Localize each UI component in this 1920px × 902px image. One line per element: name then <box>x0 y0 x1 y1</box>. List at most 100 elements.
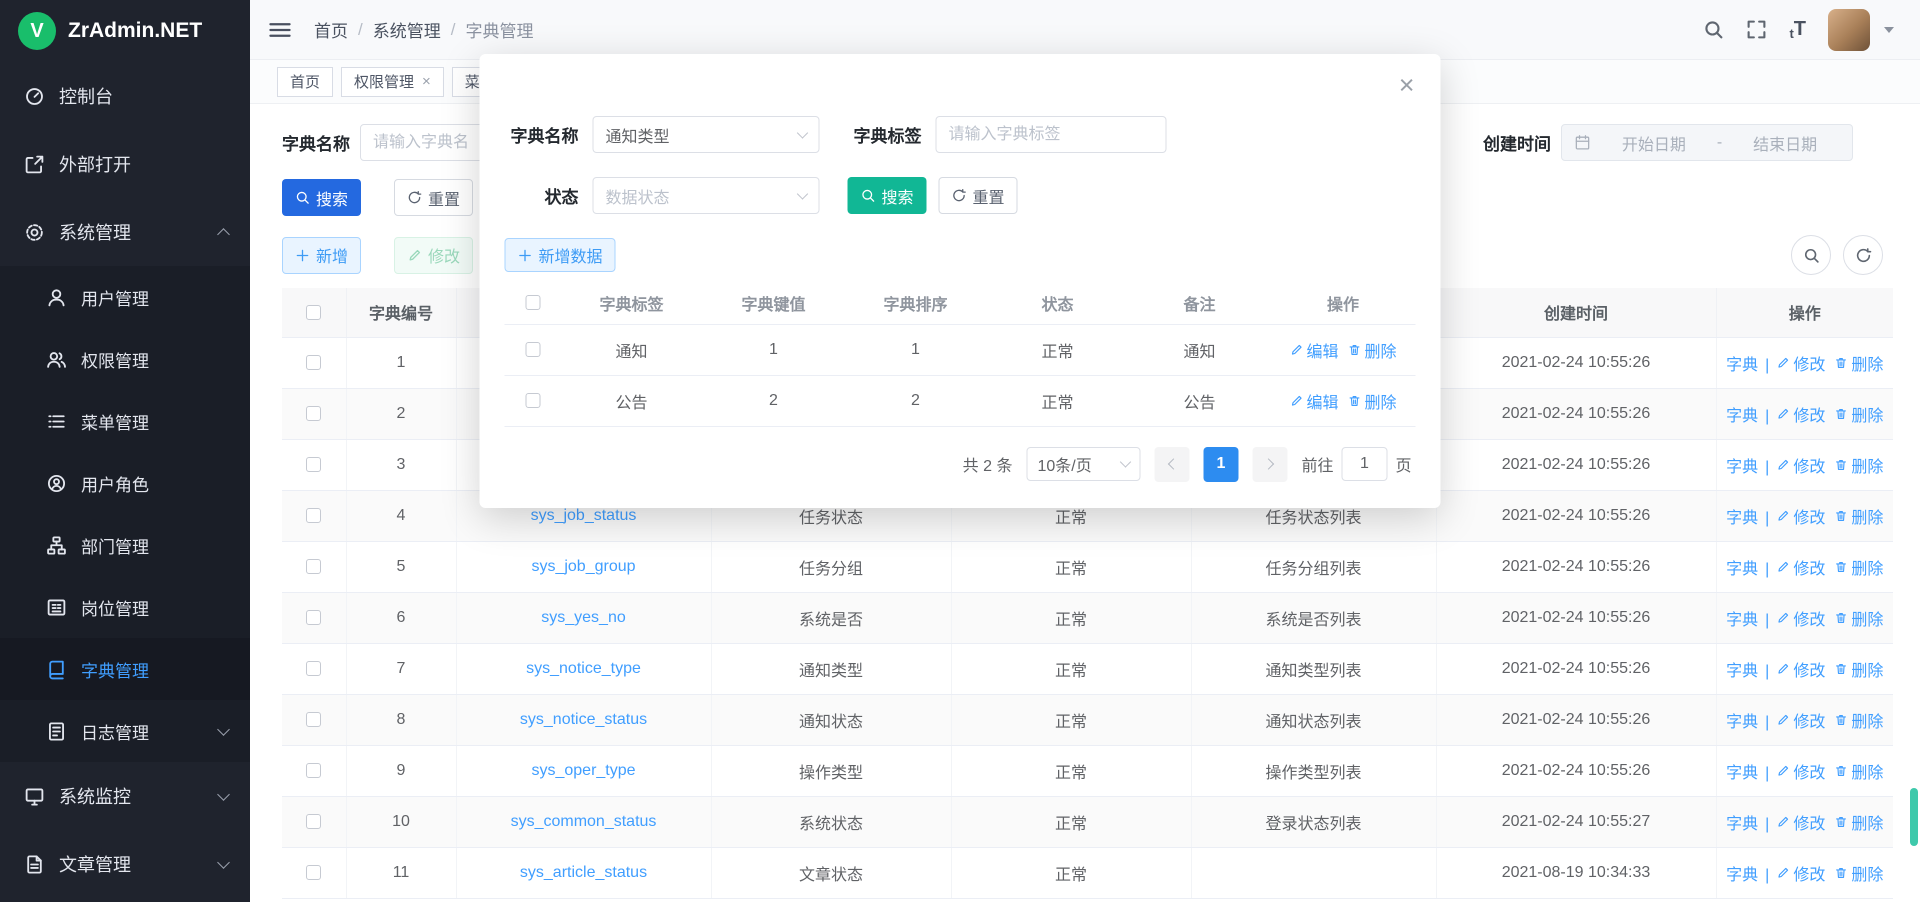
row-delete-link[interactable]: 删除 <box>1834 708 1883 732</box>
dialog-add-data-button[interactable]: 新增数据 <box>505 238 616 272</box>
sidebar-item-external-open[interactable]: 外部打开 <box>0 130 250 198</box>
close-icon[interactable]: × <box>422 74 431 89</box>
sidebar-item-user-role[interactable]: 用户角色 <box>0 452 250 514</box>
row-edit-link[interactable]: 修改 <box>1776 555 1825 579</box>
reset-button[interactable]: 重置 <box>394 179 473 216</box>
dict-data-link[interactable]: 字典 <box>1726 606 1758 630</box>
row-delete-link[interactable]: 删除 <box>1348 389 1397 413</box>
row-delete-link[interactable]: 删除 <box>1834 759 1883 783</box>
row-delete-link[interactable]: 删除 <box>1834 810 1883 834</box>
dict-type-link[interactable]: sys_common_status <box>511 813 657 830</box>
row-checkbox[interactable] <box>306 406 321 421</box>
row-edit-link[interactable]: 修改 <box>1776 402 1825 426</box>
row-edit-link[interactable]: 编辑 <box>1289 338 1338 362</box>
refresh-button[interactable] <box>1843 235 1883 275</box>
dict-type-link[interactable]: sys_article_status <box>520 864 647 881</box>
dict-data-link[interactable]: 字典 <box>1726 453 1758 477</box>
row-edit-link[interactable]: 修改 <box>1776 759 1825 783</box>
row-checkbox[interactable] <box>306 457 321 472</box>
row-checkbox[interactable] <box>306 865 321 880</box>
sidebar-item-user-management[interactable]: 用户管理 <box>0 266 250 328</box>
edit-button[interactable]: 修改 <box>394 237 473 274</box>
sidebar-toggle-icon[interactable] <box>268 20 292 40</box>
row-delete-link[interactable]: 删除 <box>1834 861 1883 885</box>
sidebar-item-system-monitor[interactable]: 系统监控 <box>0 762 250 830</box>
row-edit-link[interactable]: 修改 <box>1776 810 1825 834</box>
sidebar-item-dict-management[interactable]: 字典管理 <box>0 638 250 700</box>
sidebar-item-article-management[interactable]: 文章管理 <box>0 830 250 898</box>
row-edit-link[interactable]: 修改 <box>1776 351 1825 375</box>
row-delete-link[interactable]: 删除 <box>1834 657 1883 681</box>
sidebar-item-post-management[interactable]: 岗位管理 <box>0 576 250 638</box>
row-checkbox[interactable] <box>525 342 540 357</box>
dict-type-link[interactable]: sys_job_group <box>531 558 635 575</box>
dict-type-link[interactable]: sys_notice_type <box>526 660 641 677</box>
sidebar-item-department-management[interactable]: 部门管理 <box>0 514 250 576</box>
row-checkbox[interactable] <box>306 712 321 727</box>
goto-page-input[interactable] <box>1341 447 1387 481</box>
dict-type-link[interactable]: sys_oper_type <box>531 762 635 779</box>
row-delete-link[interactable]: 删除 <box>1834 402 1883 426</box>
row-checkbox[interactable] <box>306 610 321 625</box>
font-size-icon[interactable]: tT <box>1789 18 1806 41</box>
row-checkbox[interactable] <box>306 763 321 778</box>
sidebar-item-permission-management[interactable]: 权限管理 <box>0 328 250 390</box>
dict-data-link[interactable]: 字典 <box>1726 555 1758 579</box>
dict-data-link[interactable]: 字典 <box>1726 810 1758 834</box>
dict-data-link[interactable]: 字典 <box>1726 759 1758 783</box>
sidebar-item-system-management[interactable]: 系统管理 <box>0 198 250 266</box>
scrollbar-thumb[interactable] <box>1910 788 1918 846</box>
date-range-picker[interactable]: 开始日期 - 结束日期 <box>1561 124 1853 161</box>
dict-data-link[interactable]: 字典 <box>1726 351 1758 375</box>
fullscreen-icon[interactable] <box>1746 19 1767 40</box>
row-checkbox[interactable] <box>306 814 321 829</box>
tab-permission-management[interactable]: 权限管理 × <box>341 67 444 97</box>
select-all-checkbox[interactable] <box>525 295 540 310</box>
row-delete-link[interactable]: 删除 <box>1834 453 1883 477</box>
dict-data-link[interactable]: 字典 <box>1726 504 1758 528</box>
dict-data-link[interactable]: 字典 <box>1726 861 1758 885</box>
row-edit-link[interactable]: 修改 <box>1776 657 1825 681</box>
row-delete-link[interactable]: 删除 <box>1834 504 1883 528</box>
dialog-close-icon[interactable]: × <box>1399 72 1415 99</box>
sidebar-item-menu-management[interactable]: 菜单管理 <box>0 390 250 452</box>
search-icon[interactable] <box>1703 19 1724 40</box>
sidebar-item-console[interactable]: 控制台 <box>0 62 250 130</box>
page-size-select[interactable]: 10条/页 <box>1026 447 1140 481</box>
row-delete-link[interactable]: 删除 <box>1348 338 1397 362</box>
row-edit-link[interactable]: 修改 <box>1776 708 1825 732</box>
row-delete-link[interactable]: 删除 <box>1834 555 1883 579</box>
dict-data-link[interactable]: 字典 <box>1726 657 1758 681</box>
breadcrumb-home[interactable]: 首页 <box>314 17 348 42</box>
select-all-checkbox[interactable] <box>306 305 321 320</box>
dialog-dict-label-input[interactable] <box>936 116 1167 153</box>
breadcrumb-system[interactable]: 系统管理 <box>373 17 441 42</box>
dialog-dict-name-select[interactable]: 通知类型 <box>593 116 820 153</box>
row-checkbox[interactable] <box>306 559 321 574</box>
prev-page-button[interactable] <box>1154 447 1189 482</box>
tab-home[interactable]: 首页 <box>277 67 333 97</box>
dict-type-link[interactable]: sys_notice_status <box>520 711 647 728</box>
sidebar-item-log-management[interactable]: 日志管理 <box>0 700 250 762</box>
dialog-reset-button[interactable]: 重置 <box>939 177 1018 214</box>
row-checkbox[interactable] <box>306 508 321 523</box>
dict-type-link[interactable]: sys_yes_no <box>541 609 626 626</box>
user-avatar[interactable] <box>1828 9 1870 51</box>
row-checkbox[interactable] <box>306 661 321 676</box>
search-button[interactable]: 搜索 <box>282 179 361 216</box>
dict-type-link[interactable]: sys_job_status <box>531 507 637 524</box>
dict-data-link[interactable]: 字典 <box>1726 402 1758 426</box>
next-page-button[interactable] <box>1252 447 1287 482</box>
dict-data-link[interactable]: 字典 <box>1726 708 1758 732</box>
caret-down-icon[interactable] <box>1884 27 1894 33</box>
add-button[interactable]: 新增 <box>282 237 361 274</box>
row-delete-link[interactable]: 删除 <box>1834 606 1883 630</box>
row-delete-link[interactable]: 删除 <box>1834 351 1883 375</box>
row-edit-link[interactable]: 编辑 <box>1289 389 1338 413</box>
row-checkbox[interactable] <box>306 355 321 370</box>
dialog-status-select[interactable]: 数据状态 <box>593 177 820 214</box>
row-edit-link[interactable]: 修改 <box>1776 606 1825 630</box>
current-page-button[interactable]: 1 <box>1203 447 1238 482</box>
row-edit-link[interactable]: 修改 <box>1776 504 1825 528</box>
row-checkbox[interactable] <box>525 393 540 408</box>
